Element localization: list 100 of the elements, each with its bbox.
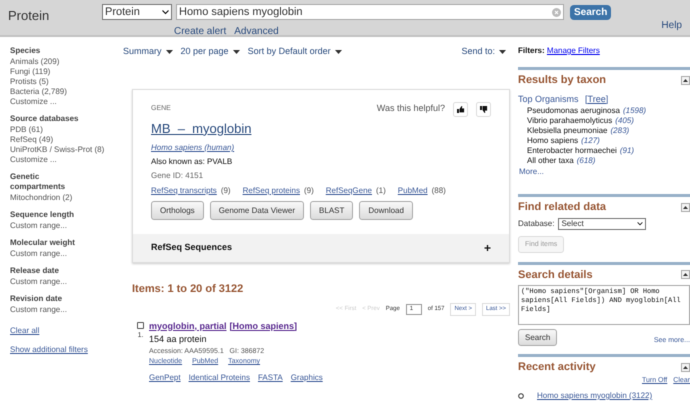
filter-group-title: Revision date	[10, 294, 64, 304]
collapse-icon[interactable]	[681, 76, 690, 85]
filter-group-title: Species	[10, 46, 42, 56]
send-to-menu[interactable]: Send to:	[461, 45, 506, 58]
related-link[interactable]: GenPept	[149, 372, 181, 384]
filter-link[interactable]: RefSeq (49)	[10, 135, 118, 145]
organism-link[interactable]: All other taxa	[527, 156, 574, 166]
gene-title-link[interactable]: MB – myoglobin	[151, 118, 491, 138]
button[interactable]: Genome Data Viewer	[210, 201, 304, 220]
organism-count: (127)	[581, 136, 600, 146]
organism-count: (1598)	[622, 106, 646, 116]
organism-count: (618)	[576, 156, 596, 166]
button[interactable]: BLAST	[310, 201, 354, 220]
filter-link[interactable]: PDB (61)	[10, 125, 118, 135]
button[interactable]: Download	[359, 201, 413, 220]
header-link[interactable]: Create alert	[174, 24, 226, 39]
more-link[interactable]: More...	[518, 166, 690, 186]
collapse-icon[interactable]	[681, 270, 690, 280]
gene-link[interactable]: RefSeq proteins	[242, 185, 300, 197]
related-link[interactable]: Graphics	[290, 372, 323, 384]
tree-link[interactable]: [Tree]	[585, 94, 608, 104]
filter-link[interactable]: Custom range...	[10, 277, 118, 287]
header-link[interactable]: Advanced	[234, 24, 279, 39]
organism-count: (405)	[615, 116, 634, 126]
panel-title: Recent activity	[518, 360, 596, 375]
filter-link[interactable]: Protists (5)	[10, 77, 118, 87]
organism-link[interactable]: Homo sapiens	[527, 136, 578, 146]
collapse-icon[interactable]	[681, 362, 690, 372]
organism-count: (283)	[610, 126, 630, 136]
organism-count: (91)	[620, 146, 634, 156]
display-menu[interactable]: Sort by Default order	[248, 45, 342, 58]
database-label: Database:	[518, 218, 554, 230]
database-title: Protein	[8, 7, 50, 25]
database-dropdown[interactable]: Select	[558, 218, 646, 230]
chevron-icon	[637, 222, 644, 226]
gene-link[interactable]: RefSeq transcripts	[151, 185, 217, 197]
thumbs-up-icon[interactable]	[453, 102, 468, 116]
database-select[interactable]: Protein	[102, 4, 172, 20]
filter-link[interactable]: Custom range...	[10, 305, 118, 315]
filter-group-title: Source databases	[10, 114, 80, 124]
filters-label: Filters:	[518, 46, 545, 55]
filter-link[interactable]: UniProtKB / Swiss-Prot (8)	[10, 145, 118, 155]
panel-title: Results by taxon	[518, 73, 606, 88]
filter-link[interactable]: Customize ...	[10, 97, 118, 107]
caret-icon	[334, 50, 342, 54]
search-button[interactable]: Search	[570, 4, 612, 20]
caret-icon	[499, 50, 506, 54]
related-link[interactable]: Identical Proteins	[188, 372, 250, 384]
section-title: RefSeq Sequences	[151, 241, 232, 254]
expand-toggle[interactable]: +	[484, 242, 491, 254]
result-organism-link[interactable]: [Homo sapiens]	[230, 320, 298, 333]
alias-text: Also known as: PVALB	[151, 156, 234, 168]
result-title-link[interactable]: myoglobin, partial	[149, 320, 227, 333]
results-heading: Items: 1 to 20 of 3122	[132, 282, 244, 297]
helpful-prompt: Was this helpful?	[376, 102, 445, 116]
link-count: (9)	[304, 185, 314, 197]
manage-filters-link[interactable]: Manage Filters	[546, 46, 600, 55]
caret-icon	[232, 50, 240, 54]
additional-filters-link[interactable]: Show additional filters	[10, 344, 118, 356]
help-link[interactable]: Help	[661, 18, 682, 33]
filter-link[interactable]: Fungi (119)	[10, 67, 118, 77]
recent-search-link[interactable]: Homo sapiens myoglobin (3122)	[537, 390, 652, 401]
result-checkbox[interactable]	[137, 322, 144, 328]
search-field[interactable]: Homo sapiens myoglobin	[176, 4, 564, 20]
filter-group-title: Molecular weight	[10, 238, 76, 248]
filter-group-title: Sequence length	[10, 210, 76, 220]
panel-title: Find related data	[518, 200, 606, 215]
result-description: 154 aa protein	[149, 333, 208, 346]
gene-link[interactable]: PubMed	[398, 185, 428, 197]
top-organisms-link[interactable]: Top Organisms	[518, 94, 579, 104]
button[interactable]: Orthologs	[151, 201, 204, 220]
display-menu[interactable]: 20 per page	[180, 45, 240, 58]
link-count: (88)	[432, 185, 446, 197]
caret-icon	[166, 50, 173, 54]
filter-link[interactable]: Mitochondrion (2)	[10, 193, 118, 203]
button[interactable]: Search	[518, 329, 558, 346]
filter-group-title: Genetic compartments	[10, 172, 66, 192]
related-link[interactable]: FASTA	[258, 372, 283, 384]
display-menu[interactable]: Summary	[123, 45, 173, 58]
filter-group-title: Release date	[10, 266, 60, 276]
filter-link[interactable]: Custom range...	[10, 221, 118, 231]
clear-all-link[interactable]: Clear all	[10, 325, 118, 337]
link-count: (9)	[220, 185, 231, 197]
organism-link[interactable]: Klebsiella pneumoniae	[527, 126, 608, 136]
organism-link[interactable]: Pseudomonas aeruginosa	[527, 106, 620, 116]
filter-link[interactable]: Animals (209)	[10, 57, 118, 67]
organism-link[interactable]: Homo sapiens (human)	[151, 142, 491, 154]
panel-title: Search details	[518, 268, 593, 282]
gene-link[interactable]: RefSeqGene	[326, 185, 372, 197]
link-count: (1)	[376, 185, 386, 197]
section-header[interactable]: RefSeq Sequences +	[133, 234, 509, 262]
organism-link[interactable]: Enterobacter hormaechei	[527, 146, 617, 156]
gene-id-text: Gene ID: 4151	[151, 170, 204, 182]
filter-link[interactable]: Bacteria (2,789)	[10, 87, 118, 97]
thumbs-down-icon[interactable]	[476, 102, 491, 116]
collapse-icon[interactable]	[681, 202, 690, 212]
organism-link[interactable]: Vibrio parahaemolyticus	[527, 116, 612, 126]
chevron-icon	[162, 10, 169, 14]
filter-link[interactable]: Custom range...	[10, 249, 118, 259]
filter-link[interactable]: Customize ...	[10, 155, 118, 165]
